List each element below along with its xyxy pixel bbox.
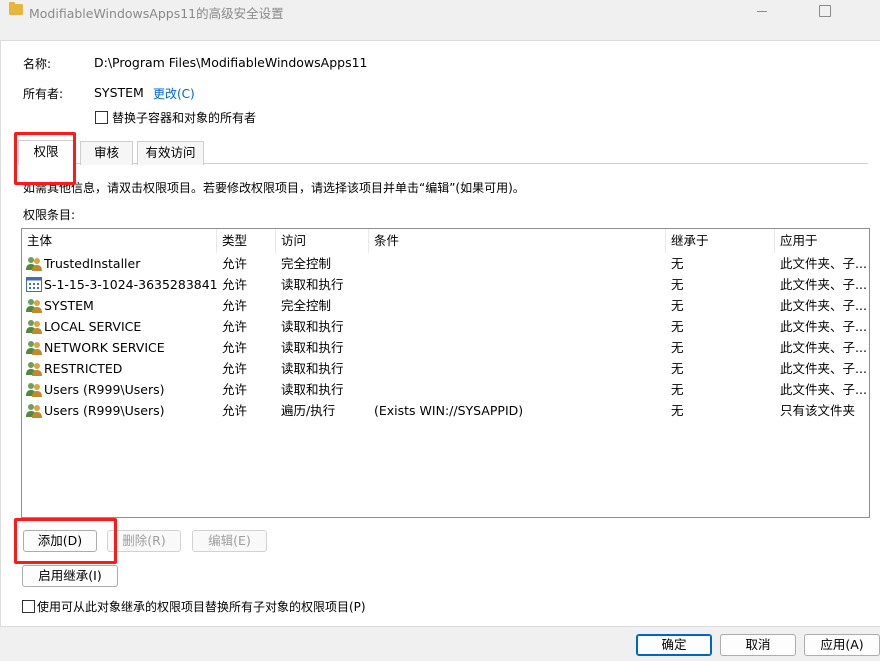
cell-type: 允许 xyxy=(222,256,248,271)
apply-button[interactable]: 应用(A) xyxy=(804,634,880,656)
highlight-box-tab xyxy=(14,132,76,185)
column-type[interactable]: 类型 xyxy=(217,229,276,253)
entries-label: 权限条目: xyxy=(23,208,76,222)
title-bar: ModifiableWindowsApps11的高级安全设置 xyxy=(0,0,880,24)
cell-inherited-from: 无 xyxy=(671,382,684,397)
table-row[interactable]: Users (R999\Users) 允许 读取和执行 无 此文件夹、子... xyxy=(22,379,869,400)
tab-effective-access[interactable]: 有效访问 xyxy=(137,141,204,165)
cell-applies-to: 此文件夹、子... xyxy=(780,256,867,271)
table-row[interactable]: RESTRICTED 允许 读取和执行 无 此文件夹、子... xyxy=(22,358,869,379)
cell-inherited-from: 无 xyxy=(671,256,684,271)
cell-access: 遍历/执行 xyxy=(281,403,336,418)
cell-inherited-from: 无 xyxy=(671,361,684,376)
column-access[interactable]: 访问 xyxy=(276,229,369,253)
cell-condition xyxy=(369,274,666,295)
cell-type: 允许 xyxy=(222,340,248,355)
table-row[interactable]: S-1-15-3-1024-3635283841... 允许 读取和执行 无 此文件夹、… xyxy=(22,274,869,295)
cell-access: 完全控制 xyxy=(281,256,332,271)
replace-child-permissions-checkbox[interactable] xyxy=(22,600,35,613)
cell-applies-to: 此文件夹、子... xyxy=(780,361,867,376)
cell-type: 允许 xyxy=(222,319,248,334)
cell-applies-to: 此文件夹、子... xyxy=(780,319,867,334)
cell-access: 完全控制 xyxy=(281,298,332,313)
cell-principal: TrustedInstaller xyxy=(44,256,141,271)
table-row[interactable]: SYSTEM 允许 完全控制 无 此文件夹、子... xyxy=(22,295,869,316)
cell-inherited-from: 无 xyxy=(671,340,684,355)
cell-condition xyxy=(369,316,666,337)
remove-button[interactable]: 删除(R) xyxy=(107,530,181,552)
cell-condition xyxy=(369,358,666,379)
replace-owner-label: 替换子容器和对象的所有者 xyxy=(112,111,257,125)
cell-condition xyxy=(369,295,666,316)
cell-principal: SYSTEM xyxy=(44,298,94,313)
cell-inherited-from: 无 xyxy=(671,298,684,313)
column-condition[interactable]: 条件 xyxy=(369,229,666,253)
cell-inherited-from: 无 xyxy=(671,319,684,334)
cell-access: 读取和执行 xyxy=(281,340,344,355)
info-text: 如需其他信息，请双击权限项目。若要修改权限项目，请选择该项目并单击“编辑”(如果… xyxy=(23,181,525,195)
cell-type: 允许 xyxy=(222,298,248,313)
cell-condition: (Exists WIN://SYSAPPID) xyxy=(374,403,524,418)
table-row[interactable]: TrustedInstaller 允许 完全控制 无 此文件夹、子... xyxy=(22,253,869,274)
cell-type: 允许 xyxy=(222,403,248,418)
cancel-button[interactable]: 取消 xyxy=(720,634,796,656)
column-applies-to[interactable]: 应用于 xyxy=(775,229,869,253)
tab-auditing[interactable]: 审核 xyxy=(80,141,133,165)
cell-applies-to: 只有该文件夹 xyxy=(780,403,856,418)
cell-access: 读取和执行 xyxy=(281,382,344,397)
cell-inherited-from: 无 xyxy=(671,403,684,418)
list-header: 主体 类型 访问 条件 继承于 应用于 xyxy=(22,229,869,253)
cell-principal: LOCAL SERVICE xyxy=(44,319,142,334)
cell-applies-to: 此文件夹、子... xyxy=(780,340,867,355)
minimize-button[interactable] xyxy=(739,0,785,24)
folder-icon xyxy=(9,2,23,15)
cell-type: 允许 xyxy=(222,277,248,292)
table-row[interactable]: LOCAL SERVICE 允许 读取和执行 无 此文件夹、子... xyxy=(22,316,869,337)
maximize-button[interactable] xyxy=(800,0,846,24)
column-inherited-from[interactable]: 继承于 xyxy=(666,229,775,253)
edit-button[interactable]: 编辑(E) xyxy=(192,530,267,552)
replace-owner-checkbox[interactable] xyxy=(95,111,108,124)
cell-type: 允许 xyxy=(222,361,248,376)
cell-principal: S-1-15-3-1024-3635283841... xyxy=(44,277,217,292)
highlight-box-add xyxy=(14,518,117,564)
cell-access: 读取和执行 xyxy=(281,361,344,376)
replace-child-permissions-label: 使用可从此对象继承的权限项目替换所有子对象的权限项目(P) xyxy=(37,600,366,614)
cell-applies-to: 此文件夹、子... xyxy=(780,298,867,313)
cell-access: 读取和执行 xyxy=(281,319,344,334)
cell-principal: RESTRICTED xyxy=(44,361,123,376)
ok-button[interactable]: 确定 xyxy=(636,634,712,656)
cell-condition xyxy=(369,337,666,358)
name-value: D:\Program Files\ModifiableWindowsApps11 xyxy=(94,55,368,70)
permission-entries-list[interactable]: 主体 类型 访问 条件 继承于 应用于 TrustedInstaller 允许 完全… xyxy=(21,228,870,518)
table-row[interactable]: Users (R999\Users) 允许 遍历/执行 (Exists WIN://S… xyxy=(22,400,869,421)
cell-applies-to: 此文件夹、子... xyxy=(780,277,867,292)
column-principal[interactable]: 主体 xyxy=(22,229,217,253)
cell-access: 读取和执行 xyxy=(281,277,344,292)
table-row[interactable]: NETWORK SERVICE 允许 读取和执行 无 此文件夹、子... xyxy=(22,337,869,358)
enable-inheritance-button[interactable]: 启用继承(I) xyxy=(22,565,118,587)
cell-type: 允许 xyxy=(222,382,248,397)
cell-principal: Users (R999\Users) xyxy=(44,382,165,397)
cell-principal: NETWORK SERVICE xyxy=(44,340,165,355)
name-label: 名称: xyxy=(23,57,52,71)
owner-label: 所有者: xyxy=(23,87,64,101)
cell-applies-to: 此文件夹、子... xyxy=(780,382,867,397)
cell-principal: Users (R999\Users) xyxy=(44,403,165,418)
cell-condition xyxy=(369,253,666,274)
cell-condition xyxy=(369,379,666,400)
cell-inherited-from: 无 xyxy=(671,277,684,292)
change-owner-link[interactable]: 更改(C) xyxy=(153,85,195,102)
owner-value: SYSTEM xyxy=(94,85,144,100)
window-title: ModifiableWindowsApps11的高级安全设置 xyxy=(29,6,284,21)
